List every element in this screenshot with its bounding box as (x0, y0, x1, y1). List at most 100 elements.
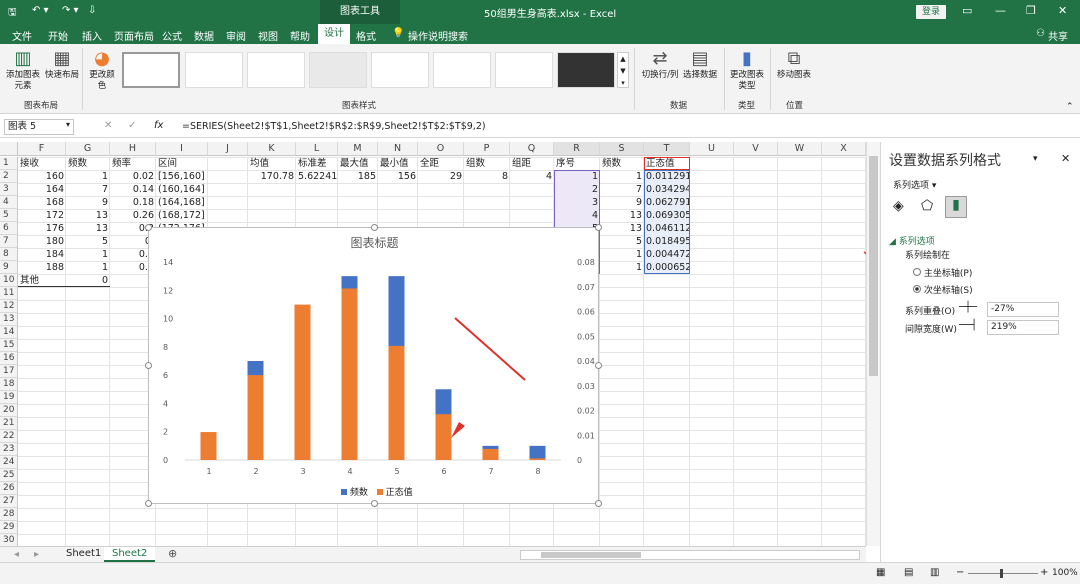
cell[interactable]: (164,168] (156, 196, 208, 209)
column-header[interactable]: F (18, 142, 66, 156)
row-header[interactable]: 23 (0, 443, 18, 456)
row-header[interactable]: 15 (0, 339, 18, 352)
zoom-out-icon[interactable]: − (956, 567, 964, 578)
header-cell[interactable]: 组距 (510, 157, 554, 170)
resize-handle-bl[interactable] (145, 500, 152, 507)
row-header[interactable]: 21 (0, 417, 18, 430)
cell[interactable]: 0.02 (110, 170, 156, 183)
resize-handle-r[interactable] (595, 362, 602, 369)
cell[interactable]: 172 (18, 209, 66, 222)
horizontal-scrollbar[interactable] (520, 550, 860, 560)
cell[interactable]: (168,172] (156, 209, 208, 222)
cancel-icon[interactable]: ✕ (104, 120, 112, 131)
cell[interactable]: 185 (338, 170, 378, 183)
tab-insert[interactable]: 插入 (82, 28, 102, 43)
row-header[interactable]: 13 (0, 313, 18, 326)
tab-scroll-right-icon[interactable]: ▸ (34, 549, 39, 560)
cell[interactable]: 9 (600, 196, 644, 209)
row-header[interactable]: 25 (0, 469, 18, 482)
cell[interactable]: 0.14 (110, 183, 156, 196)
cell[interactable]: 13 (66, 222, 110, 235)
cell[interactable]: [156,160] (156, 170, 208, 183)
cell[interactable]: 180 (18, 235, 66, 248)
column-header[interactable]: X (822, 142, 866, 156)
column-header[interactable]: G (66, 142, 110, 156)
cell[interactable]: 13 (600, 222, 644, 235)
switch-row-column-button[interactable]: ⇄ 切换行/列 (640, 48, 680, 81)
header-cell[interactable]: 最小值 (378, 157, 418, 170)
series-options-icon[interactable]: ▮ (945, 196, 967, 218)
tab-help[interactable]: 帮助 (290, 28, 310, 43)
chart-style-8[interactable] (557, 52, 615, 88)
quick-layout-button[interactable]: ▦ 快速布局 (44, 48, 80, 81)
row-header[interactable]: 11 (0, 287, 18, 300)
cell[interactable]: 13 (600, 209, 644, 222)
add-sheet-icon[interactable]: ⊕ (168, 547, 177, 560)
tab-view[interactable]: 视图 (258, 28, 278, 43)
chart-legend[interactable]: 频数 正态值 (341, 485, 413, 498)
page-layout-view-icon[interactable]: ▤ (904, 567, 913, 578)
undo-icon[interactable]: ↶ ▾ (32, 5, 49, 16)
cell[interactable]: 5 (600, 235, 644, 248)
header-cell[interactable]: 组数 (464, 157, 510, 170)
vertical-scrollbar[interactable] (866, 142, 880, 546)
chart-style-4[interactable] (309, 52, 367, 88)
row-header[interactable]: 16 (0, 352, 18, 365)
column-header[interactable]: J (208, 142, 248, 156)
column-header[interactable]: V (734, 142, 778, 156)
zoom-slider-thumb[interactable] (1000, 569, 1003, 578)
header-cell[interactable]: 区间 (156, 157, 208, 170)
name-box-dropdown-icon[interactable]: ▾ (66, 120, 70, 129)
row-header[interactable]: 6 (0, 222, 18, 235)
redo-icon[interactable]: ↷ ▾ (62, 5, 79, 16)
header-cell[interactable]: 标准差 (296, 157, 338, 170)
row-header[interactable]: 10 (0, 274, 18, 287)
tell-me-search[interactable]: 操作说明搜索 (408, 28, 468, 43)
cell[interactable]: 0.26 (110, 209, 156, 222)
change-colors-button[interactable]: ◕ 更改颜色 (86, 48, 118, 92)
zoom-in-icon[interactable]: + (1040, 567, 1048, 578)
collapse-ribbon-icon[interactable]: ⌃ (1066, 102, 1074, 112)
cell[interactable]: 1 (66, 248, 110, 261)
row-header[interactable]: 3 (0, 183, 18, 196)
header-cell[interactable]: 频数 (66, 157, 110, 170)
column-header[interactable]: R (554, 142, 600, 156)
header-cell[interactable]: 全距 (418, 157, 464, 170)
chart-object[interactable]: 图表标题 0 2 4 6 8 10 12 14 0 0.01 0.02 0.03 0.04 0.05 0.0… (145, 224, 602, 507)
cell[interactable]: 160 (18, 170, 66, 183)
cell[interactable]: 176 (18, 222, 66, 235)
cell[interactable]: 9 (66, 196, 110, 209)
pane-options-icon[interactable]: ▾ (1033, 154, 1038, 164)
row-header[interactable]: 1 (0, 157, 18, 170)
effects-icon[interactable]: ⬠ (921, 198, 933, 214)
resize-handle-tr[interactable] (595, 224, 602, 231)
cell[interactable]: 1 (600, 261, 644, 274)
gap-width-slider[interactable]: ──┤ (959, 320, 977, 331)
enter-icon[interactable]: ✓ (128, 120, 136, 131)
pane-close-icon[interactable]: ✕ (1061, 152, 1070, 165)
chart-style-5[interactable] (371, 52, 429, 88)
cell[interactable]: 7 (600, 183, 644, 196)
restore-icon[interactable]: ❐ (1026, 4, 1036, 17)
sheet-tab-2[interactable]: Sheet2 (104, 547, 156, 562)
sheet-tab-1[interactable]: Sheet1 (58, 547, 111, 562)
row-header[interactable]: 24 (0, 456, 18, 469)
row-header[interactable]: 28 (0, 508, 18, 521)
row-header[interactable]: 9 (0, 261, 18, 274)
cell[interactable]: 29 (418, 170, 464, 183)
minimize-icon[interactable]: — (995, 4, 1006, 17)
select-all-corner[interactable] (0, 142, 18, 156)
row-header[interactable]: 4 (0, 196, 18, 209)
row-header[interactable]: 5 (0, 209, 18, 222)
cell[interactable]: 170.78 (248, 170, 296, 183)
header-cell[interactable]: 均值 (248, 157, 296, 170)
row-header[interactable]: 7 (0, 235, 18, 248)
cell[interactable]: 5.622419 (296, 170, 338, 183)
cell[interactable]: 4 (510, 170, 554, 183)
share-label[interactable]: 共享 (1048, 28, 1068, 43)
column-header[interactable]: L (296, 142, 338, 156)
formula-input[interactable]: =SERIES(Sheet2!$T$1,Sheet2!$R$2:$R$9,She… (182, 121, 486, 132)
overlap-input[interactable]: -27% (987, 302, 1059, 317)
resize-handle-b[interactable] (371, 500, 378, 507)
column-header[interactable]: O (418, 142, 464, 156)
